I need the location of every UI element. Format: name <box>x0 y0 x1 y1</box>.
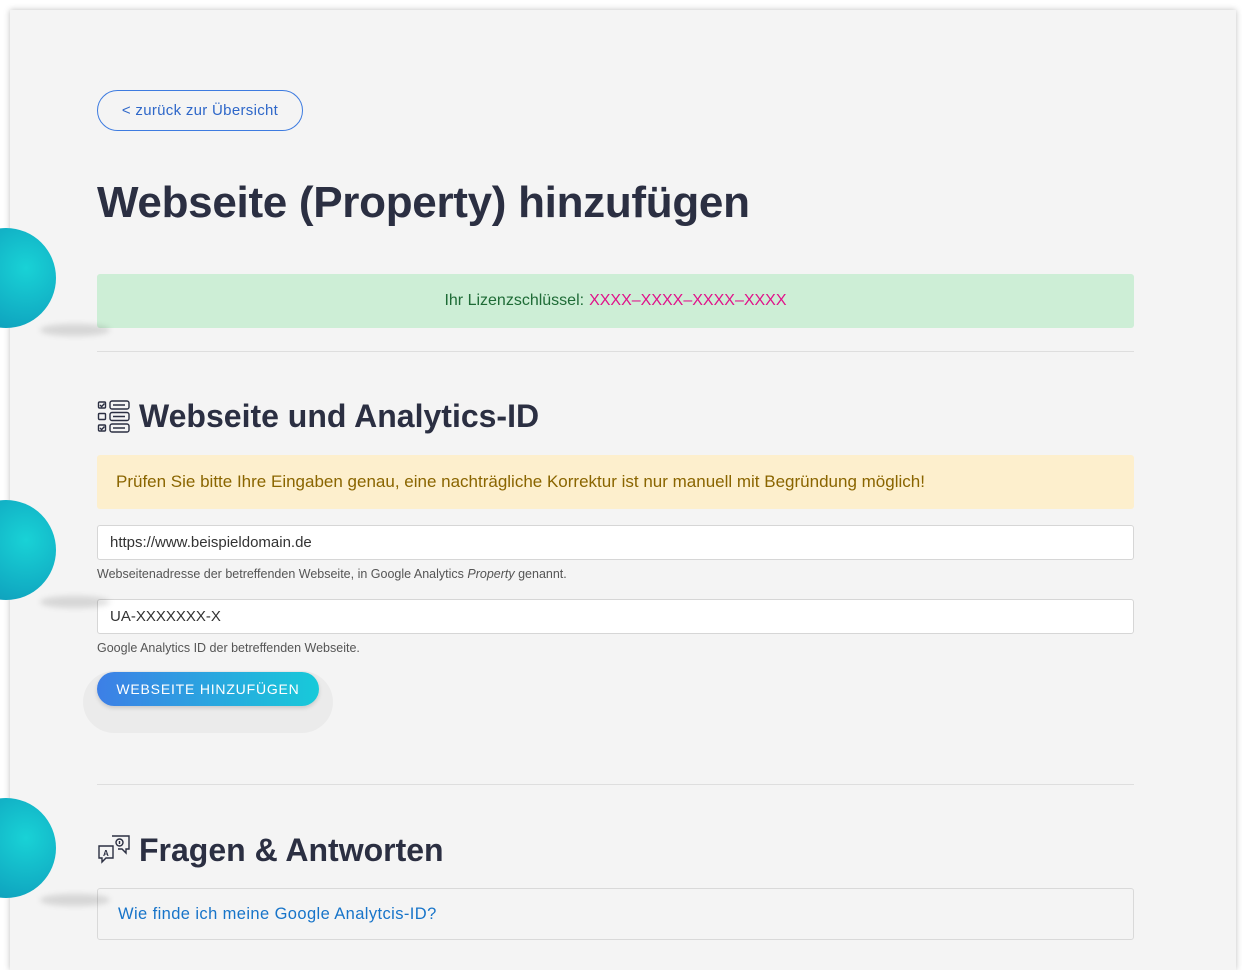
license-label: Ihr Lizenzschlüssel: <box>444 292 585 309</box>
back-to-overview-button[interactable]: < zurück zur Übersicht <box>97 90 303 131</box>
question-answer-icon: A <box>98 834 130 864</box>
license-key: XXXX–XXXX–XXXX–XXXX <box>589 292 787 309</box>
step-badge-shadow <box>40 894 110 906</box>
divider <box>97 784 1134 785</box>
analytics-id-hint: Google Analytics ID der betreffenden Web… <box>97 641 360 655</box>
checklist-icon <box>97 399 130 433</box>
faq-section-heading: A Fragen & Antworten <box>97 832 444 869</box>
warning-alert: Prüfen Sie bitte Ihre Eingaben genau, ei… <box>97 455 1134 509</box>
website-url-input[interactable] <box>97 525 1134 560</box>
faq-item[interactable]: Wie finde ich meine Google Analytcis-ID? <box>97 888 1134 940</box>
svg-text:A: A <box>103 849 109 858</box>
website-section-title: Webseite und Analytics-ID <box>139 398 540 434</box>
step-badge-shadow <box>40 596 110 608</box>
divider <box>97 351 1134 352</box>
website-url-hint: Webseitenadresse der betreffenden Websei… <box>97 567 567 581</box>
page-title: Webseite (Property) hinzufügen <box>97 178 750 227</box>
website-section-heading: Webseite und Analytics-ID <box>97 398 539 435</box>
add-website-button[interactable]: WEBSEITE HINZUFÜGEN <box>97 672 319 706</box>
faq-section-title: Fragen & Antworten <box>139 832 444 868</box>
analytics-id-input[interactable] <box>97 599 1134 634</box>
license-key-banner: Ihr Lizenzschlüssel: XXXX–XXXX–XXXX–XXXX <box>97 274 1134 328</box>
page-frame: < zurück zur Übersicht Webseite (Propert… <box>10 10 1236 970</box>
step-badge-shadow <box>40 324 110 336</box>
